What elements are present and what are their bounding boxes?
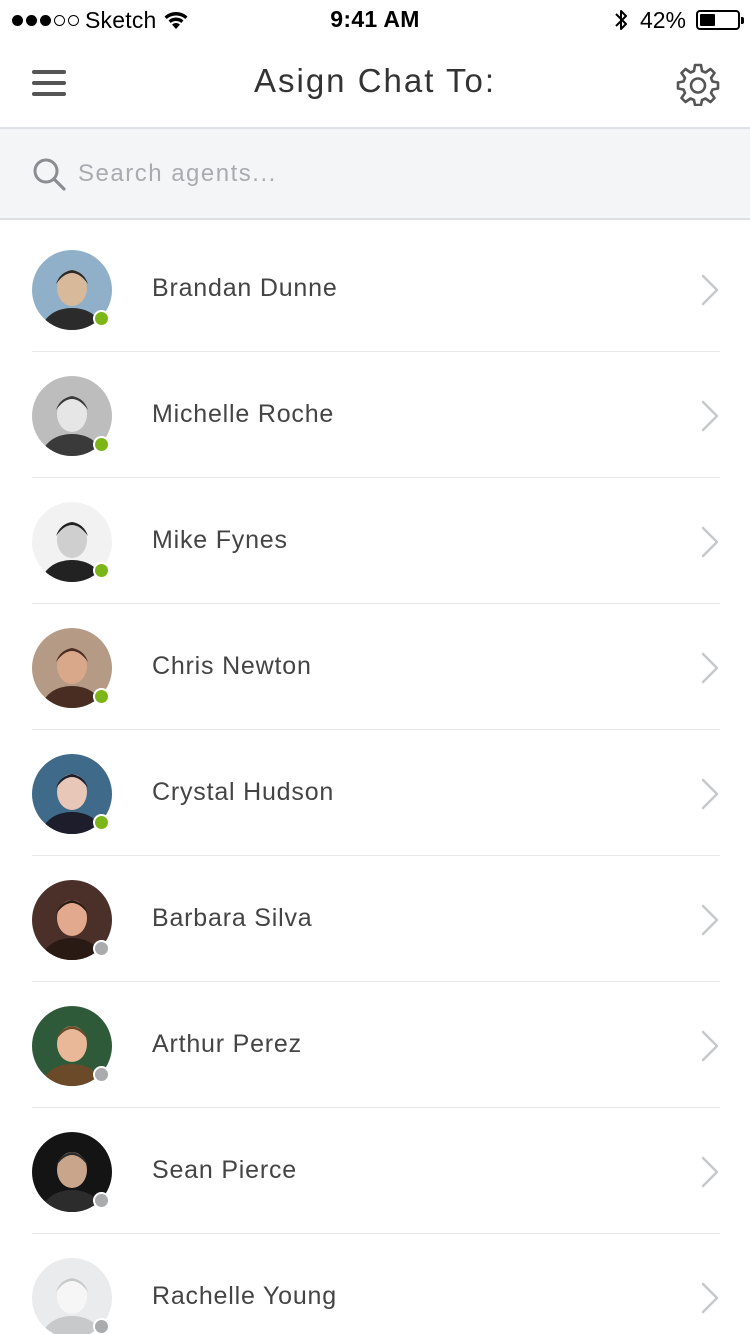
presence-status-dot bbox=[93, 1192, 110, 1209]
battery-level-fill bbox=[700, 14, 715, 26]
agent-name: Rachelle Young bbox=[152, 1282, 337, 1310]
battery-icon bbox=[696, 10, 744, 30]
agent-name: Barbara Silva bbox=[152, 904, 313, 932]
presence-status-dot bbox=[93, 940, 110, 957]
chevron-right-icon bbox=[701, 652, 719, 684]
battery-percent: 42% bbox=[639, 6, 686, 33]
chevron-right-icon bbox=[701, 526, 719, 558]
presence-status-dot bbox=[93, 688, 110, 705]
agent-list-item[interactable]: Mike Fynes bbox=[0, 478, 750, 604]
navigation-bar: Asign Chat To: bbox=[0, 40, 750, 129]
agent-list-item[interactable]: Crystal Hudson bbox=[0, 730, 750, 856]
agent-name: Mike Fynes bbox=[152, 526, 288, 554]
chevron-right-icon bbox=[701, 274, 719, 306]
chevron-right-icon bbox=[701, 778, 719, 810]
search-input[interactable] bbox=[78, 151, 718, 197]
agent-list-item[interactable]: Rachelle Young bbox=[0, 1234, 750, 1334]
agent-name: Chris Newton bbox=[152, 652, 312, 680]
agent-list-item[interactable]: Barbara Silva bbox=[0, 856, 750, 982]
agent-list-item[interactable]: Sean Pierce bbox=[0, 1108, 750, 1234]
status-bar-right: 42% bbox=[612, 6, 744, 33]
chevron-right-icon bbox=[701, 1156, 719, 1188]
agent-list: Brandan Dunne Michelle Roche Mike Fynes … bbox=[0, 226, 750, 1334]
agent-list-item[interactable]: Michelle Roche bbox=[0, 352, 750, 478]
presence-status-dot bbox=[93, 1318, 110, 1334]
presence-status-dot bbox=[93, 310, 110, 327]
status-bar: Sketch 9:41 AM 42% bbox=[0, 0, 750, 40]
chevron-right-icon bbox=[701, 1030, 719, 1062]
agent-list-item[interactable]: Brandan Dunne bbox=[0, 226, 750, 352]
agent-list-item[interactable]: Chris Newton bbox=[0, 604, 750, 730]
bluetooth-icon bbox=[615, 10, 627, 30]
chevron-right-icon bbox=[701, 400, 719, 432]
agent-name: Michelle Roche bbox=[152, 400, 335, 428]
agent-name: Brandan Dunne bbox=[152, 274, 338, 302]
agent-list-item[interactable]: Arthur Perez bbox=[0, 982, 750, 1108]
presence-status-dot bbox=[93, 814, 110, 831]
agent-name: Arthur Perez bbox=[152, 1030, 302, 1058]
search-icon bbox=[33, 158, 66, 191]
presence-status-dot bbox=[93, 1066, 110, 1083]
chevron-right-icon bbox=[701, 1282, 719, 1314]
presence-status-dot bbox=[93, 562, 110, 579]
gear-icon[interactable] bbox=[676, 62, 720, 106]
presence-status-dot bbox=[93, 436, 110, 453]
search-bar bbox=[0, 129, 750, 220]
agent-name: Crystal Hudson bbox=[152, 778, 335, 806]
agent-name: Sean Pierce bbox=[152, 1156, 297, 1184]
chevron-right-icon bbox=[701, 904, 719, 936]
page-title: Asign Chat To: bbox=[253, 62, 497, 99]
